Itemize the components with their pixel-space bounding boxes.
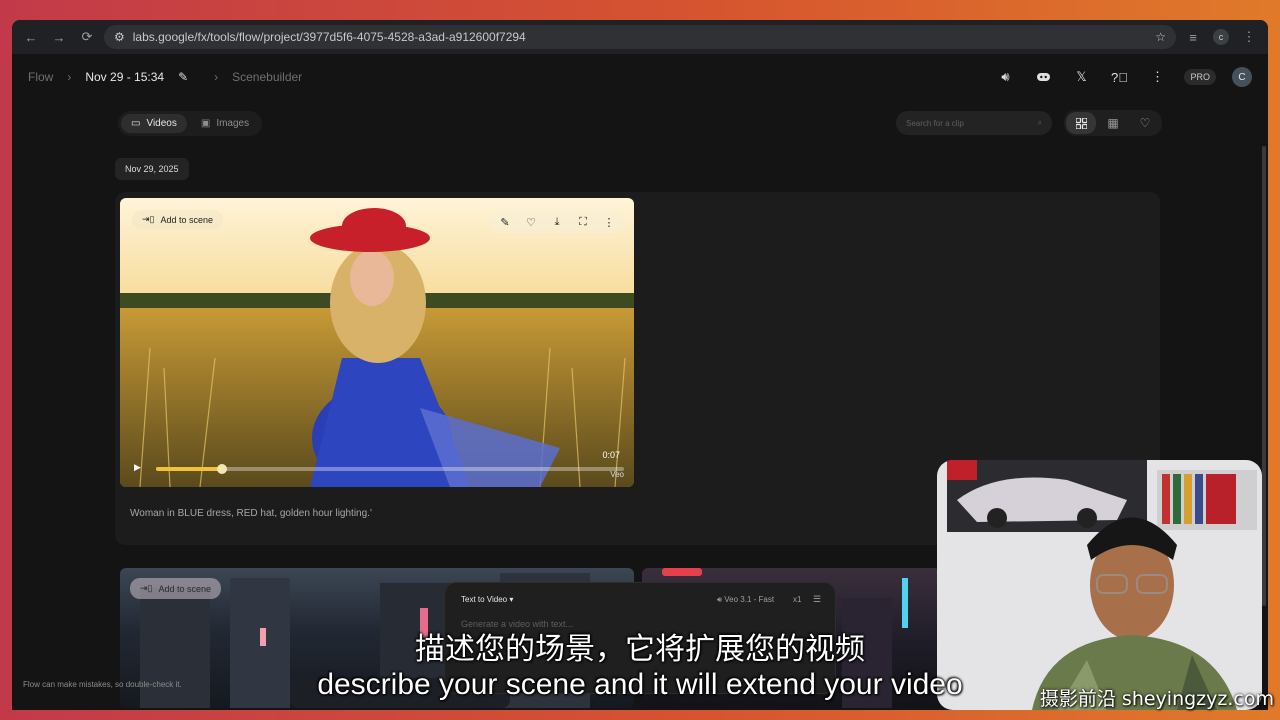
video-action-bar: ✎ ♡ ⤓ ⛶ ⋮ — [490, 210, 624, 234]
tab-images-label: Images — [216, 117, 250, 129]
list-view-icon[interactable]: ▦ — [1098, 112, 1128, 134]
progress-fill — [156, 467, 222, 471]
add-to-scene-button-2[interactable]: ⇥▯ Add to scene — [130, 578, 222, 599]
browser-menu-icon[interactable]: ⋮ — [1238, 26, 1260, 48]
subtitle-chinese: 描述您的场景，它将扩展您的视频 — [415, 632, 865, 667]
volume-icon[interactable]: 🔊︎ — [994, 66, 1016, 88]
image-icon: ▣ — [200, 117, 211, 129]
edit-pencil-icon[interactable]: ✎ — [494, 212, 516, 232]
project-title[interactable]: Nov 29 - 15:34 — [85, 70, 164, 84]
more-vert-icon[interactable]: ⋮ — [1146, 66, 1168, 88]
chevron-right-icon: › — [67, 70, 72, 84]
favorite-heart-icon[interactable]: ♡ — [520, 212, 542, 232]
profile-initial: c — [1213, 29, 1229, 45]
search-placeholder: Search for a clip — [906, 118, 964, 128]
add-to-scene-label-2: Add to scene — [158, 583, 212, 594]
chevron-right-icon: › — [214, 70, 219, 84]
model-label: Veo 3.1 - Fast — [724, 595, 775, 604]
search-icon: ⌕ — [1037, 118, 1042, 127]
view-toggle: ▦ ♡ — [1064, 110, 1162, 136]
url-text: labs.google/fx/tools/flow/project/3977d5… — [132, 30, 526, 44]
app-header: Flow › Nov 29 - 15:34 ✎ › Scenebuilder 🔊… — [12, 54, 1268, 100]
play-icon[interactable]: ▶ — [134, 462, 141, 473]
add-to-scene-icon: ⇥▯ — [142, 214, 155, 224]
back-icon[interactable]: ← — [20, 26, 42, 48]
profile-avatar[interactable]: c — [1210, 26, 1232, 48]
generation-mode-label: Text to Video — [461, 595, 508, 604]
more-vert-icon[interactable]: ⋮ — [598, 212, 620, 232]
site-settings-icon[interactable]: ⚙ — [114, 30, 125, 44]
reload-icon[interactable]: ⟳ — [76, 26, 98, 48]
date-group-chip: Nov 29, 2025 — [115, 158, 189, 180]
chevron-down-icon: ▾ — [509, 595, 514, 604]
grid-view-icon[interactable] — [1066, 112, 1096, 134]
add-to-scene-icon: ⇥▯ — [140, 583, 153, 593]
progress-knob[interactable] — [216, 464, 227, 474]
pro-badge: PRO — [1184, 69, 1216, 85]
breadcrumb: Flow › Nov 29 - 15:34 ✎ › Scenebuilder — [28, 70, 302, 84]
generation-mode-select[interactable]: Text to Video ▾ — [461, 595, 513, 604]
clip-search-input[interactable]: Search for a clip ⌕ — [896, 111, 1052, 135]
video-duration: 0:07 — [602, 450, 620, 460]
tab-images[interactable]: ▣ Images — [191, 114, 259, 133]
library-toolbar: ▭ Videos ▣ Images Search for a clip ⌕ ▦ … — [118, 110, 1162, 136]
media-type-tabs: ▭ Videos ▣ Images — [118, 110, 263, 136]
breadcrumb-scenebuilder[interactable]: Scenebuilder — [232, 70, 302, 84]
tab-search-icon[interactable]: ≡ — [1182, 26, 1204, 48]
edit-pencil-icon[interactable]: ✎ — [178, 70, 188, 84]
x-twitter-icon[interactable]: 𝕏 — [1070, 66, 1092, 88]
user-avatar[interactable]: C — [1232, 67, 1252, 87]
watermark: 摄影前沿 sheyingzyz.com — [1039, 688, 1274, 710]
video-player[interactable]: ⇥▯ Add to scene ✎ ♡ ⤓ ⛶ ⋮ ▶ 0:07 Veo — [120, 198, 634, 487]
add-to-scene-label: Add to scene — [160, 214, 214, 225]
veo-tag: Veo — [610, 470, 624, 479]
tab-videos-label: Videos — [146, 117, 177, 129]
video-progress-bar[interactable] — [156, 464, 624, 474]
model-icon: 🔊︎ — [717, 595, 723, 604]
video-icon: ▭ — [131, 117, 141, 129]
video-frame-image — [120, 198, 634, 487]
breadcrumb-flow[interactable]: Flow — [28, 70, 53, 84]
download-icon[interactable]: ⤓ — [546, 212, 568, 232]
browser-toolbar: ← → ⟳ ⚙ labs.google/fx/tools/flow/projec… — [12, 20, 1268, 54]
model-select[interactable]: 🔊︎ Veo 3.1 - Fast — [717, 595, 774, 605]
fullscreen-icon[interactable]: ⛶ — [572, 212, 594, 232]
discord-icon[interactable] — [1032, 66, 1054, 88]
output-count[interactable]: x1 — [793, 595, 801, 604]
tab-videos[interactable]: ▭ Videos — [121, 113, 187, 133]
page-scrollbar[interactable] — [1262, 146, 1266, 606]
address-bar[interactable]: ⚙ labs.google/fx/tools/flow/project/3977… — [104, 25, 1176, 49]
add-to-scene-button[interactable]: ⇥▯ Add to scene — [132, 210, 224, 229]
favorites-heart-icon[interactable]: ♡ — [1130, 112, 1160, 134]
help-icon[interactable]: ?⃝ — [1108, 66, 1130, 88]
clip-prompt-caption: Woman in BLUE dress, RED hat, golden hou… — [130, 508, 372, 519]
bookmark-star-icon[interactable]: ☆ — [1155, 30, 1166, 44]
forward-icon[interactable]: → — [48, 26, 70, 48]
settings-sliders-icon[interactable]: ☰ — [813, 594, 821, 605]
